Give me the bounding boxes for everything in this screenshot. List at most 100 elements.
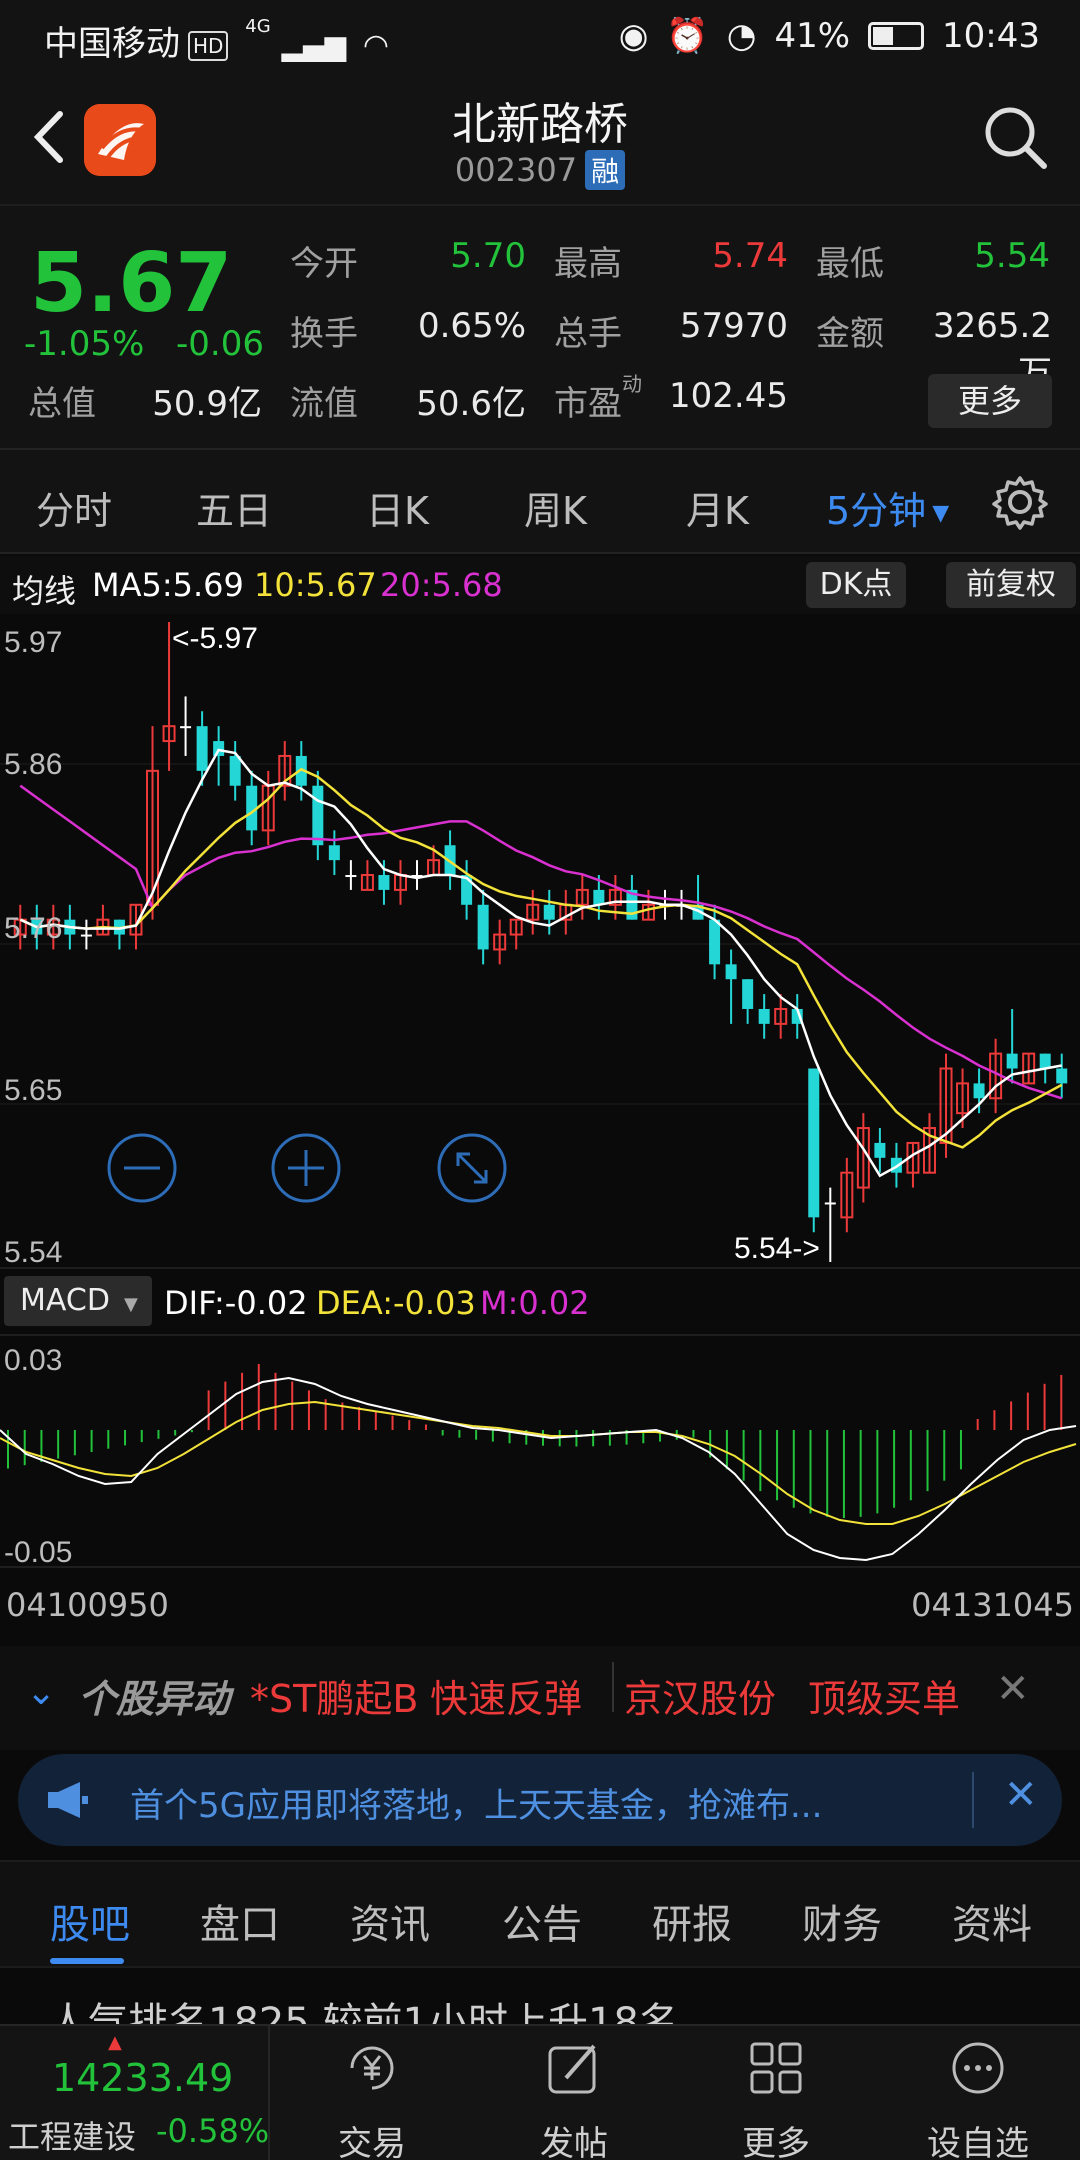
status-right: ◉ ⏰ ◔ 41% 10:43 [619, 16, 1040, 56]
candle-body [874, 1142, 886, 1158]
content-tabs: 股吧 盘口 资讯 公告 研报 财务 资料 [0, 1860, 1080, 1968]
float-value: 50.6亿 [416, 384, 526, 424]
expand-icon [456, 1152, 488, 1184]
tab-financials[interactable]: 财务 [802, 1892, 882, 1950]
alert-item-1-event[interactable]: 快速反弹 [430, 1668, 582, 1723]
amount-label: 金额 [816, 314, 884, 354]
caret-down-icon: ▼ [932, 501, 950, 526]
low-value: 5.54 [974, 236, 1050, 276]
indicator-selector[interactable]: MACD ▼ [4, 1276, 152, 1326]
candle-body [973, 1083, 985, 1099]
caret-down-icon: ▼ [123, 1294, 138, 1315]
bottom-nav: ▲ 14233.49 工程建设 -0.58% 交易 发帖 更多 设自选 [0, 2024, 1080, 2160]
tab-daily-k[interactable]: 日K [366, 480, 429, 535]
dif-line [0, 1376, 1077, 1562]
high-label: 最高 [554, 244, 622, 284]
carrier: 中国移动 HD 4G ▂▄▆ ◠ [44, 16, 389, 65]
stock-alert-ticker[interactable]: ⌄ 个股异动 *ST鹏起B 快速反弹 京汉股份 顶级买单 ✕ [0, 1646, 1080, 1750]
candle-body [808, 1068, 820, 1218]
gear-icon[interactable] [992, 474, 1048, 530]
macd-histogram [7, 1364, 1063, 1518]
caret-up-icon: ▲ [108, 2032, 122, 2053]
tab-orderbook[interactable]: 盘口 [200, 1892, 280, 1950]
float-value-label: 流值 [290, 384, 358, 424]
y-label-1: 5.97 [4, 626, 62, 659]
high-marker: <-5.97 [172, 622, 258, 655]
quote-panel: 5.67 -1.05% -0.06 总值 50.9亿 今开 5.70 最高 5.… [0, 204, 1080, 448]
more-button[interactable]: 更多 [928, 374, 1052, 428]
alert-item-2-event[interactable]: 顶级买单 [808, 1668, 960, 1723]
candle-body [824, 1202, 836, 1205]
clock: 10:43 [942, 16, 1040, 56]
tab-research[interactable]: 研报 [652, 1892, 732, 1950]
alert-divider [612, 1662, 614, 1712]
sector-name: 工程建设 [8, 2118, 137, 2156]
zoom-in-button[interactable] [271, 1133, 341, 1203]
tab-news[interactable]: 资讯 [350, 1892, 430, 1950]
pe-label-text: 市盈 [554, 384, 622, 424]
promo-banner[interactable]: 首个5G应用即将落地，上天天基金，抢滩布... ✕ [18, 1754, 1062, 1846]
tab-intraday[interactable]: 分时 [36, 480, 112, 535]
yen-icon [350, 2046, 394, 2090]
candlestick-chart[interactable]: 5.97 5.86 5.76 5.65 5.54 <-5.97 5.54-> [0, 614, 1080, 1270]
nav-post[interactable]: 发帖 [474, 2026, 674, 2160]
dk-point-button[interactable]: DK点 [806, 562, 906, 608]
stock-code: 002307 [454, 151, 578, 189]
tab-monthly-k[interactable]: 月K [686, 480, 749, 535]
search-icon[interactable] [980, 102, 1050, 172]
ma20-value: 20:5.68 [380, 566, 503, 604]
zoom-out-button[interactable] [107, 1133, 177, 1203]
candle-body [1056, 1068, 1068, 1084]
ma-legend: 均线 MA5:5.69 10:5.67 20:5.68 DK点 前复权 [0, 556, 1080, 614]
candle-body [213, 741, 225, 756]
dea-line [0, 1400, 1077, 1525]
tab-profile[interactable]: 资料 [952, 1892, 1032, 1950]
fullscreen-button[interactable] [437, 1133, 507, 1203]
sector-index[interactable]: ▲ 14233.49 工程建设 -0.58% [0, 2026, 270, 2160]
tab-5min-label: 5分钟 [826, 489, 927, 533]
close-icon[interactable]: ✕ [1004, 1772, 1038, 1818]
candle-body [229, 755, 241, 786]
nav-trade[interactable]: 交易 [272, 2026, 472, 2160]
tab-5min[interactable]: 5分钟 ▼ [826, 480, 949, 535]
ma10-value: 10:5.67 [254, 566, 377, 604]
wifi-icon: ◠ [362, 28, 390, 63]
tab-announcements[interactable]: 公告 [502, 1892, 582, 1950]
change-amount: -0.06 [176, 324, 264, 364]
alert-item-1-name[interactable]: *ST鹏起B [250, 1668, 418, 1723]
adjust-button[interactable]: 前复权 [946, 562, 1076, 608]
tab-five-day[interactable]: 五日 [196, 480, 272, 535]
ma5-value: MA5:5.69 [92, 566, 244, 604]
dea-value: DEA:-0.03 [316, 1284, 476, 1322]
candles-group [13, 622, 1068, 1262]
candle-body [180, 726, 192, 729]
sector-change: -0.58% [156, 2112, 270, 2150]
stock-code-line: 002307 融 [0, 150, 1080, 190]
ma5-line [19, 748, 1062, 1178]
turnover-value: 0.65% [417, 306, 526, 346]
tab-weekly-k[interactable]: 周K [524, 480, 587, 535]
nav-add-watchlist-label: 设自选 [927, 2124, 1029, 2160]
macd-y-bottom: -0.05 [4, 1536, 72, 1566]
candle-body [758, 1008, 770, 1024]
candle-body [345, 875, 357, 878]
sector-index-value: 14233.49 [52, 2056, 234, 2100]
chevron-down-icon[interactable]: ⌄ [26, 1672, 56, 1713]
alert-item-2-name[interactable]: 京汉股份 [624, 1668, 776, 1723]
signal-icon: ▂▄▆ [281, 29, 347, 62]
tab-forum[interactable]: 股吧 [50, 1892, 130, 1950]
battery-percent: 41% [774, 16, 851, 56]
total-value: 50.9亿 [152, 384, 262, 424]
nav-more-label: 更多 [742, 2124, 810, 2160]
turnover-label: 换手 [290, 314, 358, 354]
promo-divider [972, 1772, 974, 1828]
dif-value: DIF:-0.02 [164, 1284, 308, 1322]
nav-more[interactable]: 更多 [676, 2026, 876, 2160]
hd-badge: HD [188, 30, 229, 61]
macd-chart[interactable]: 0.03 -0.05 [0, 1334, 1080, 1566]
pe-label: 市盈动 [554, 372, 642, 425]
low-label: 最低 [816, 244, 884, 284]
nav-add-watchlist[interactable]: 设自选 [878, 2026, 1078, 2160]
candle-body [477, 904, 489, 950]
close-icon[interactable]: ✕ [996, 1666, 1030, 1712]
